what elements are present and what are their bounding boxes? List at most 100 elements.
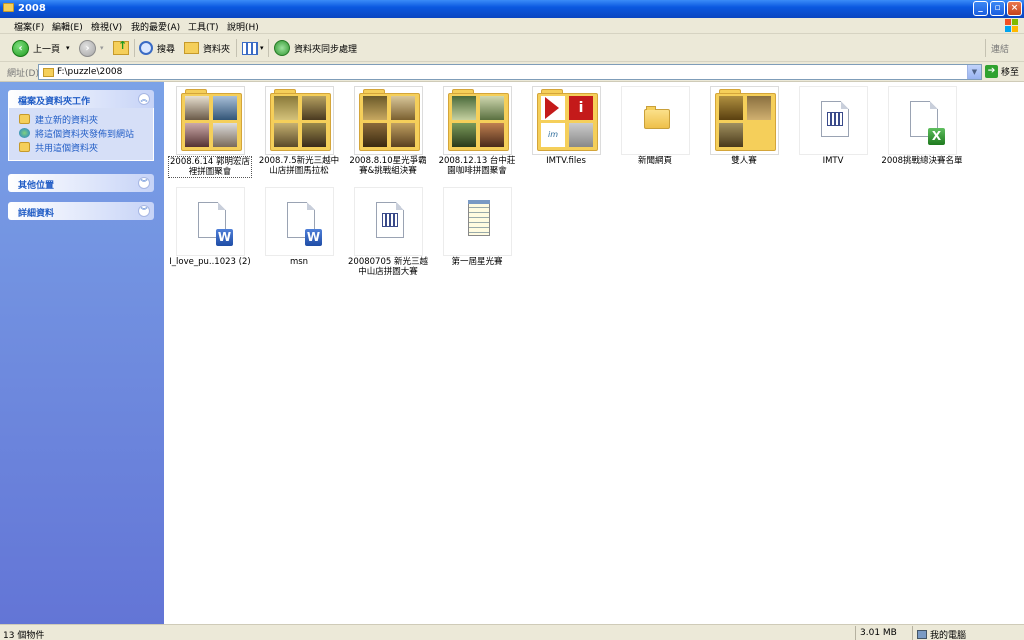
file-item[interactable]: 新聞網頁 (613, 83, 697, 183)
collapse-icon[interactable]: ︽ (138, 93, 150, 105)
other-places-header[interactable]: 其他位置 ︾ (8, 174, 154, 192)
views-button[interactable]: ▾ (242, 38, 264, 58)
back-button[interactable]: ‹ 上一頁 ▾ (12, 38, 70, 58)
document-thumbnail (354, 187, 423, 256)
forward-arrow-icon: › (79, 39, 96, 57)
other-places-panel: 其他位置 ︾ (8, 174, 154, 192)
folder-icon (184, 42, 199, 54)
file-name: 20080705 新光三越中山店拼圖大賽 (348, 257, 428, 277)
folders-label: 資料夾 (203, 44, 231, 55)
address-path: F:\puzzle\2008 (57, 67, 123, 77)
file-item[interactable]: 2008.8.10星光爭霸賽&挑戰組決賽 (346, 83, 430, 183)
file-item[interactable]: IMTV (791, 83, 875, 183)
menu-favorites[interactable]: 我的最愛(A) (131, 20, 180, 33)
file-tasks-header[interactable]: 檔案及資料夾工作 ︽ (8, 90, 154, 108)
menu-edit[interactable]: 編輯(E) (52, 20, 83, 33)
file-name: 雙人賽 (731, 156, 757, 166)
folders-button[interactable]: 資料夾 (184, 38, 230, 58)
file-item[interactable]: W msn (257, 184, 341, 274)
new-folder-icon (19, 114, 30, 124)
task-share-folder[interactable]: 共用這個資料夾 (19, 140, 153, 154)
folder-thumbnail (354, 86, 423, 155)
file-item[interactable]: X 2008挑戰總決賽名單 (880, 83, 964, 183)
status-location: 我的電腦 (917, 628, 966, 640)
document-thumbnail (799, 86, 868, 155)
file-item[interactable]: 2008.6.14 郭明宏店裡拼圖聚會 (168, 83, 252, 183)
folder-thumbnail (265, 86, 334, 155)
file-name: 2008.7.5新光三越中山店拼圖馬拉松 (258, 156, 340, 176)
address-label: 網址(D) (7, 69, 39, 79)
details-header[interactable]: 詳細資料 ︾ (8, 202, 154, 220)
menu-file[interactable]: 檔案(F) (14, 20, 44, 33)
file-item[interactable]: 2008.7.5新光三越中山店拼圖馬拉松 (257, 83, 341, 183)
folder-icon (43, 68, 54, 77)
status-count: 13 個物件 (3, 631, 45, 640)
task-new-folder[interactable]: 建立新的資料夾 (19, 112, 153, 126)
back-label: 上一頁 (33, 44, 61, 55)
file-item[interactable]: 第一屆星光賽 (435, 184, 519, 274)
go-arrow-icon: ➔ (985, 65, 998, 78)
other-places-title: 其他位置 (18, 181, 55, 191)
status-location-label: 我的電腦 (930, 631, 967, 640)
file-item[interactable]: 雙人賽 (702, 83, 786, 183)
chevron-down-icon: ▾ (66, 44, 70, 52)
file-item[interactable]: W I_love_pu..1023 (2) (168, 184, 252, 274)
back-arrow-icon: ‹ (12, 39, 29, 57)
sync-button[interactable]: 資料夾同步處理 (274, 38, 357, 58)
details-title: 詳細資料 (18, 209, 55, 219)
task-pane: 檔案及資料夾工作 ︽ 建立新的資料夾 將這個資料夾發佈到網站 共用這個資料夾 其… (0, 82, 164, 624)
document-thumbnail: X (888, 86, 957, 155)
address-input[interactable]: F:\puzzle\2008 ▼ (38, 64, 982, 80)
search-label: 搜尋 (157, 44, 176, 55)
file-view: 2008.6.14 郭明宏店裡拼圖聚會 2008.7.5新光三越中山店拼圖馬拉松… (164, 82, 1024, 624)
up-folder-button[interactable]: ↑ (113, 38, 129, 58)
file-item[interactable]: 2008.12.13 台中莊園咖啡拼圖聚會 (435, 83, 519, 183)
document-thumbnail: W (176, 187, 245, 256)
document-thumbnail: W (265, 187, 334, 256)
search-button[interactable]: 搜尋 (139, 38, 175, 58)
task-label: 建立新的資料夾 (35, 115, 99, 126)
file-name: 第一屆星光賽 (451, 257, 503, 267)
calendar-icon (827, 112, 843, 126)
task-label: 將這個資料夾發佈到網站 (35, 129, 135, 140)
up-folder-icon: ↑ (113, 39, 129, 55)
task-publish-web[interactable]: 將這個資料夾發佈到網站 (19, 126, 153, 140)
file-name: 2008.12.13 台中莊園咖啡拼圖聚會 (438, 156, 516, 176)
file-item[interactable]: 20080705 新光三越中山店拼圖大賽 (346, 184, 430, 277)
folder-icon (3, 3, 14, 12)
globe-icon (19, 128, 30, 138)
title-bar: 2008 _ ▫ × (0, 0, 1024, 18)
file-tasks-title: 檔案及資料夾工作 (18, 97, 91, 107)
file-name: msn (289, 257, 309, 267)
folder-thumbnail (443, 86, 512, 155)
go-button[interactable]: ➔ 移至 (985, 65, 1019, 78)
forward-button[interactable]: › ▾ (79, 38, 104, 58)
status-bar: 13 個物件 3.01 MB 我的電腦 (0, 624, 1024, 640)
maximize-button[interactable]: ▫ (990, 1, 1005, 16)
minimize-button[interactable]: _ (973, 1, 988, 16)
menu-tools[interactable]: 工具(T) (188, 20, 219, 33)
sync-icon (274, 40, 290, 56)
menu-view[interactable]: 檢視(V) (91, 20, 122, 33)
word-icon: W (305, 229, 322, 246)
chevron-down-icon: ▾ (260, 44, 264, 52)
folder-icon (644, 109, 670, 129)
file-name: 2008挑戰總決賽名單 (881, 156, 963, 166)
document-thumbnail (443, 187, 512, 256)
file-item[interactable]: i im IMTV.files (524, 83, 608, 183)
file-name: I_love_pu..1023 (2) (169, 257, 251, 267)
details-panel: 詳細資料 ︾ (8, 202, 154, 220)
chevron-down-icon[interactable]: ▼ (967, 65, 981, 79)
notepad-icon (468, 200, 490, 236)
folder-thumbnail (710, 86, 779, 155)
expand-icon[interactable]: ︾ (138, 205, 150, 217)
toolbar: ‹ 上一頁 ▾ › ▾ ↑ 搜尋 資料夾 ▾ 資料夾同步處理 連結 (0, 34, 1024, 62)
close-button[interactable]: × (1007, 1, 1022, 16)
search-icon (139, 41, 153, 55)
menu-help[interactable]: 說明(H) (227, 20, 259, 33)
expand-icon[interactable]: ︾ (138, 177, 150, 189)
links-label[interactable]: 連結 (991, 38, 1009, 58)
file-name: IMTV.files (546, 156, 586, 166)
folder-thumbnail: i im (532, 86, 601, 155)
excel-icon: X (928, 128, 945, 145)
